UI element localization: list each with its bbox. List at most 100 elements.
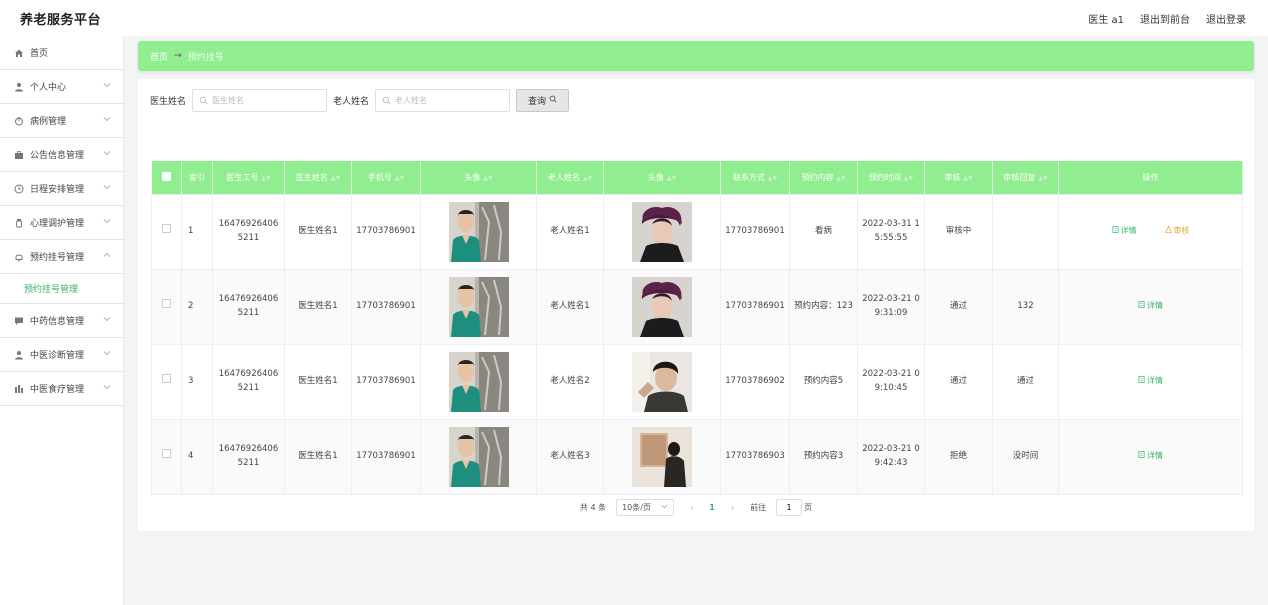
column-header[interactable]: 医生姓名 ▲▼ <box>284 161 352 194</box>
reply-cell: 通过 <box>992 343 1059 420</box>
goto-suffix: 页 <box>804 503 813 512</box>
user-icon <box>14 350 24 360</box>
doctor-name-cell: 医生姓名1 <box>284 418 352 495</box>
ops-cell: 详情 <box>1058 268 1243 345</box>
row-checkbox[interactable] <box>162 449 171 459</box>
ops-cell: 详情 审核 <box>1058 193 1243 270</box>
contact-cell: 17703786901 <box>720 193 790 270</box>
review-button[interactable]: 审核 <box>1164 225 1190 237</box>
goto-page-input[interactable] <box>776 499 803 516</box>
contact-cell: 17703786901 <box>720 268 790 345</box>
doctor-name-input[interactable] <box>212 96 323 105</box>
row-checkbox[interactable] <box>162 299 171 309</box>
doctor-name-label: 医生姓名 <box>150 97 187 107</box>
page-number[interactable]: 1 <box>709 503 715 512</box>
breadcrumb-home[interactable]: 首页 <box>150 50 168 63</box>
audit-cell: 拒绝 <box>924 418 993 495</box>
row-select-cell[interactable] <box>151 343 182 420</box>
power-icon <box>14 116 24 126</box>
detail-button[interactable]: 详情 <box>1138 300 1163 312</box>
row-checkbox[interactable] <box>162 374 171 384</box>
column-header[interactable]: 医生工号 ▲▼ <box>212 161 285 194</box>
table-row: 3 164769264065211 医生姓名1 17703786901 老人姓名2 177… <box>151 343 1243 420</box>
appointments-table: 索引 医生工号 ▲▼ 医生姓名 ▲▼ 手机号 ▲▼ 头像 ▲▼ 老人姓名 ▲▼ 头像 ▲▼ … <box>151 161 1243 495</box>
page-size-value: 10条/页 <box>622 503 651 512</box>
logout-link[interactable]: 退出登录 <box>1206 11 1246 26</box>
select-all-header[interactable] <box>151 161 182 194</box>
sidebar-item-cases[interactable]: 病例管理 <box>0 104 123 138</box>
doctor-name-cell: 医生姓名1 <box>284 193 352 270</box>
document-icon <box>1112 225 1119 237</box>
document-icon <box>1138 450 1145 462</box>
briefcase-icon <box>14 150 24 160</box>
column-header[interactable]: 头像 ▲▼ <box>420 161 537 194</box>
chevron-down-icon <box>103 81 111 89</box>
op-label: 详情 <box>1147 450 1163 460</box>
sidebar-item-profile[interactable]: 个人中心 <box>0 70 123 104</box>
column-header[interactable]: 审核回复 ▲▼ <box>992 161 1059 194</box>
column-header[interactable]: 手机号 ▲▼ <box>351 161 421 194</box>
sidebar-item-herbs[interactable]: 中药信息管理 <box>0 304 123 338</box>
sidebar-item-home[interactable]: 首页 <box>0 36 123 70</box>
row-select-cell[interactable] <box>151 418 182 495</box>
elder-name-input[interactable] <box>395 96 506 105</box>
column-header[interactable]: 预约内容 ▲▼ <box>789 161 858 194</box>
phone-cell: 17703786901 <box>351 193 421 270</box>
search-bar: 医生姓名 老人姓名 查询 <box>150 89 570 112</box>
chevron-up-icon <box>103 251 111 259</box>
breadcrumb: 首页 → 预约挂号 <box>138 41 1254 71</box>
warning-icon <box>1164 225 1172 237</box>
detail-button[interactable]: 详情 <box>1138 450 1163 462</box>
table-row: 2 164769264065211 医生姓名1 17703786901 老人姓名1 177… <box>151 268 1243 345</box>
front-link[interactable]: 退出到前台 <box>1140 11 1190 26</box>
sidebar-item-appointments[interactable]: 预约挂号管理 <box>0 240 123 274</box>
column-header[interactable]: 老人姓名 ▲▼ <box>536 161 604 194</box>
audit-cell: 审核中 <box>924 193 993 270</box>
sort-icon: ▲▼ <box>1038 174 1048 182</box>
time-cell: 2022-03-21 09:31:09 <box>857 268 925 345</box>
table-row: 4 164769264065211 医生姓名1 17703786901 老人姓名3 177… <box>151 418 1243 495</box>
elder-name-field <box>375 89 511 112</box>
doctor-id-cell: 164769264065211 <box>212 268 285 345</box>
select-all-checkbox[interactable] <box>161 171 171 181</box>
query-button-label: 查询 <box>528 97 547 107</box>
total-count: 共 4 条 <box>579 503 607 512</box>
index-cell: 2 <box>181 268 213 345</box>
sidebar-item-diagnosis[interactable]: 中医诊断管理 <box>0 338 123 372</box>
breadcrumb-current: 预约挂号 <box>187 52 224 63</box>
column-header[interactable]: 审核 ▲▼ <box>924 161 993 194</box>
content-cell: 预约内容3 <box>789 418 858 495</box>
row-select-cell[interactable] <box>151 193 182 270</box>
sidebar-item-label: 病例管理 <box>30 117 67 127</box>
chevron-down-icon <box>103 217 111 225</box>
table-row: 1 164769264065211 医生姓名1 17703786901 老人姓名1 177… <box>151 193 1243 270</box>
sidebar-item-schedule[interactable]: 日程安排管理 <box>0 172 123 206</box>
column-header[interactable]: 联系方式 ▲▼ <box>720 161 790 194</box>
elder-name-cell: 老人姓名2 <box>536 343 604 420</box>
chevron-down-icon <box>103 149 111 157</box>
chart-icon <box>14 384 24 394</box>
chat-icon <box>14 316 24 326</box>
sidebar-item-notices[interactable]: 公告信息管理 <box>0 138 123 172</box>
column-header[interactable]: 预约时间 ▲▼ <box>857 161 925 194</box>
main-content: 首页 → 预约挂号 医生姓名 老人姓名 查询 <box>138 41 1254 531</box>
next-page-icon[interactable]: › <box>731 503 734 512</box>
row-checkbox[interactable] <box>162 224 171 234</box>
elder-avatar <box>632 426 692 487</box>
home-icon <box>14 48 24 58</box>
pagination: 共 4 条 10条/页 ‹ 1 › 前往 页 <box>138 499 1254 516</box>
sidebar-item-diet[interactable]: 中医食疗管理 <box>0 372 123 406</box>
sidebar-item-psychology[interactable]: 心理调护管理 <box>0 206 123 240</box>
detail-button[interactable]: 详情 <box>1138 375 1163 387</box>
prev-page-icon[interactable]: ‹ <box>690 503 693 512</box>
detail-button[interactable]: 详情 <box>1112 225 1137 237</box>
column-header[interactable]: 头像 ▲▼ <box>603 161 721 194</box>
doctor-avatar-cell <box>420 193 537 270</box>
row-select-cell[interactable] <box>151 268 182 345</box>
sidebar-subitem-appointments[interactable]: 预约挂号管理 <box>0 274 123 304</box>
phone-cell: 17703786901 <box>351 418 421 495</box>
doctor-avatar <box>448 201 509 262</box>
time-cell: 2022-03-21 09:10:45 <box>857 343 925 420</box>
page-size-select[interactable]: 10条/页 <box>616 499 675 516</box>
query-button[interactable]: 查询 <box>516 89 570 112</box>
